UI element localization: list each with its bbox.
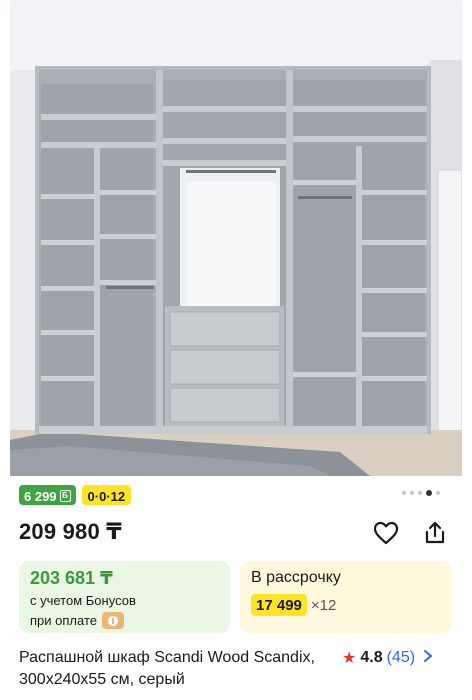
rating-value: 4.8 xyxy=(360,649,383,666)
reviews-count[interactable]: (45) xyxy=(387,649,415,667)
share-icon xyxy=(425,521,445,544)
gallery-dot-active[interactable] xyxy=(426,490,432,496)
installment-card[interactable]: В рассрочку 17 499 ×12 xyxy=(240,561,452,633)
installment-row: 17 499 ×12 xyxy=(251,594,336,616)
share-button[interactable] xyxy=(421,519,449,547)
installment-title: В рассрочку xyxy=(251,569,341,586)
star-icon: ★ xyxy=(342,650,357,667)
kaspi-logo-icon xyxy=(101,612,124,629)
bonus-payment-text: при оплате xyxy=(30,613,97,628)
product-image[interactable] xyxy=(10,0,462,476)
gallery-dot[interactable] xyxy=(410,491,414,495)
bonus-payment-caption: при оплате xyxy=(30,612,124,629)
gallery-pagination[interactable] xyxy=(402,490,440,496)
installment-badge: 0·0·12 xyxy=(81,485,132,505)
product-title: Распашной шкаф Scandi Wood Scandix, 300x… xyxy=(19,649,315,688)
bonus-icon: Б xyxy=(59,490,71,502)
gallery-dot[interactable] xyxy=(436,491,440,495)
favorite-button[interactable] xyxy=(372,519,400,547)
bonus-price-card[interactable]: 203 681 ₸ с учетом Бонусов при оплате xyxy=(19,561,230,633)
favorite-heart-icon xyxy=(373,521,399,545)
bonus-badge: 6 299 Б xyxy=(19,485,76,505)
installment-term: ×12 xyxy=(310,596,337,614)
product-price: 209 980 ₸ xyxy=(19,519,122,544)
chevron-right-icon[interactable] xyxy=(423,649,433,668)
bonus-amount: 6 299 xyxy=(24,488,57,504)
installment-amount: 17 499 xyxy=(251,594,307,616)
gallery-dot[interactable] xyxy=(418,491,422,495)
gallery-dot[interactable] xyxy=(402,491,406,495)
bonus-caption: с учетом Бонусов xyxy=(30,593,136,608)
promo-badges: 6 299 Б 0·0·12 xyxy=(19,485,132,505)
rating-link[interactable]: ★ 4.8 (45) xyxy=(342,648,433,668)
bonus-price: 203 681 ₸ xyxy=(30,568,113,588)
